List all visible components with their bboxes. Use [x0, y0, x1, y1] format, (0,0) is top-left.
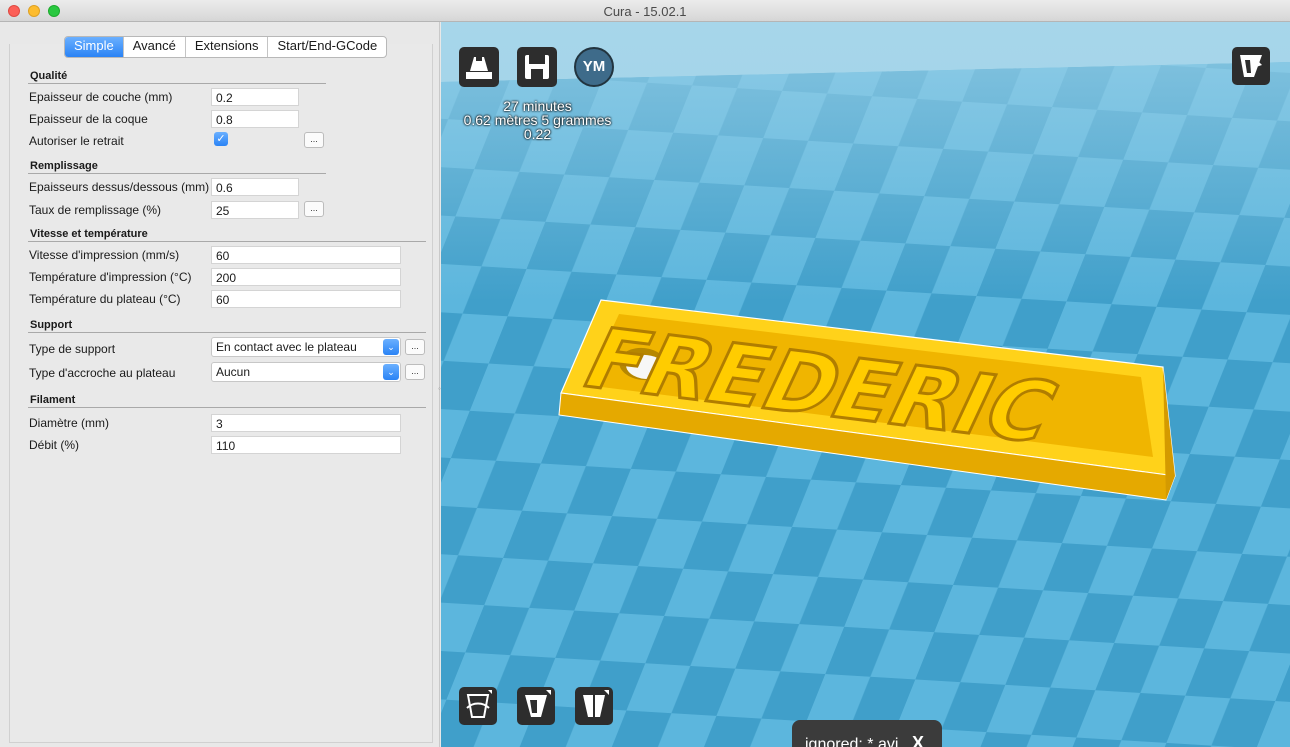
diameter-input[interactable]: 3: [211, 414, 401, 432]
fill-density-label: Taux de remplissage (%): [29, 203, 162, 217]
avatar-button[interactable]: YM: [574, 47, 614, 87]
chevron-down-icon: ⌄: [383, 364, 399, 380]
retraction-label: Autoriser le retrait: [29, 134, 124, 148]
section-speed-divider: [28, 241, 426, 242]
view-mode-button[interactable]: [1232, 47, 1270, 85]
print-speed-label: Vitesse d'impression (mm/s): [29, 248, 180, 262]
section-speed-title: Vitesse et température: [30, 228, 148, 240]
section-support-title: Support: [30, 319, 73, 331]
shell-thickness-input[interactable]: 0.8: [211, 110, 299, 128]
flow-label: Débit (%): [29, 438, 80, 452]
fill-density-input[interactable]: 25: [211, 201, 299, 219]
print-cost: 0.22: [523, 126, 552, 142]
scale-tool-icon: [525, 690, 551, 717]
load-model-button[interactable]: [459, 47, 499, 87]
notification-text: ignored: *.avi: [805, 736, 899, 747]
load-model-icon: [466, 54, 492, 79]
close-notification-button[interactable]: X: [912, 733, 924, 747]
layer-height-label: Epaisseur de couche (mm): [29, 90, 173, 104]
retraction-settings-button[interactable]: ...: [304, 132, 324, 148]
retraction-checkbox[interactable]: ✓: [214, 132, 228, 146]
print-info: 27 minutes 0.62 mètres 5 grammes 0.22: [441, 99, 634, 141]
print-temp-label: Température d'impression (°C): [29, 270, 192, 284]
diameter-label: Diamètre (mm): [29, 416, 109, 430]
title-bar: Cura - 15.02.1: [0, 0, 1290, 22]
rotate-tool-button[interactable]: [459, 687, 497, 725]
window-title: Cura - 15.02.1: [603, 4, 687, 19]
platform-adhesion-settings-button[interactable]: ...: [405, 364, 425, 380]
section-filament-title: Filament: [30, 394, 76, 406]
section-infill-divider: [28, 173, 326, 174]
support-type-value: En contact avec le plateau: [216, 340, 357, 354]
chevron-down-icon: ⌄: [383, 339, 399, 355]
save-gcode-icon: [525, 55, 549, 79]
bed-temp-input[interactable]: 60: [211, 290, 401, 308]
section-quality-divider: [28, 83, 326, 84]
scale-tool-button[interactable]: [517, 687, 555, 725]
shell-thickness-label: Epaisseur de la coque: [29, 112, 148, 126]
tab-simple[interactable]: Simple: [65, 37, 124, 57]
top-bottom-thickness-input[interactable]: 0.6: [211, 178, 299, 196]
support-type-label: Type de support: [29, 342, 116, 356]
rotate-tool-icon: [466, 690, 492, 718]
flow-input[interactable]: 110: [211, 436, 401, 454]
support-settings-button[interactable]: ...: [405, 339, 425, 355]
settings-panel: Simple Avancé Extensions Start/End-GCode…: [0, 22, 440, 747]
3d-viewport[interactable]: FREDERIC YM 27 minutes 0.62 mètres 5 gra…: [441, 22, 1290, 747]
section-quality-title: Qualité: [30, 70, 68, 82]
section-support-divider: [28, 332, 426, 333]
bed-temp-label: Température du plateau (°C): [29, 292, 181, 306]
print-temp-input[interactable]: 200: [211, 268, 401, 286]
fill-density-settings-button[interactable]: ...: [304, 201, 324, 217]
save-gcode-button[interactable]: [517, 47, 557, 87]
platform-adhesion-label: Type d'accroche au plateau: [29, 366, 176, 380]
platform-adhesion-value: Aucun: [216, 365, 251, 379]
section-infill-title: Remplissage: [30, 160, 98, 172]
mirror-tool-icon: [583, 690, 609, 719]
view-mode-icon: [1240, 55, 1262, 77]
tab-extensions[interactable]: Extensions: [186, 37, 269, 57]
platform-adhesion-select[interactable]: Aucun ⌄: [211, 362, 401, 382]
support-type-select[interactable]: En contact avec le plateau ⌄: [211, 337, 401, 357]
print-material: 0.62 mètres 5 grammes: [463, 112, 612, 128]
print-speed-input[interactable]: 60: [211, 246, 401, 264]
top-bottom-thickness-label: Epaisseurs dessus/dessous (mm): [29, 180, 210, 194]
print-time: 27 minutes: [503, 98, 572, 114]
section-filament-divider: [28, 407, 426, 408]
notification-toast: ignored: *.avi X: [792, 720, 942, 747]
mirror-tool-button[interactable]: [575, 687, 613, 725]
tab-start-end-gcode[interactable]: Start/End-GCode: [268, 37, 386, 57]
tab-advanced[interactable]: Avancé: [124, 37, 186, 57]
layer-height-input[interactable]: 0.2: [211, 88, 299, 106]
settings-tabs: Simple Avancé Extensions Start/End-GCode: [64, 36, 388, 58]
